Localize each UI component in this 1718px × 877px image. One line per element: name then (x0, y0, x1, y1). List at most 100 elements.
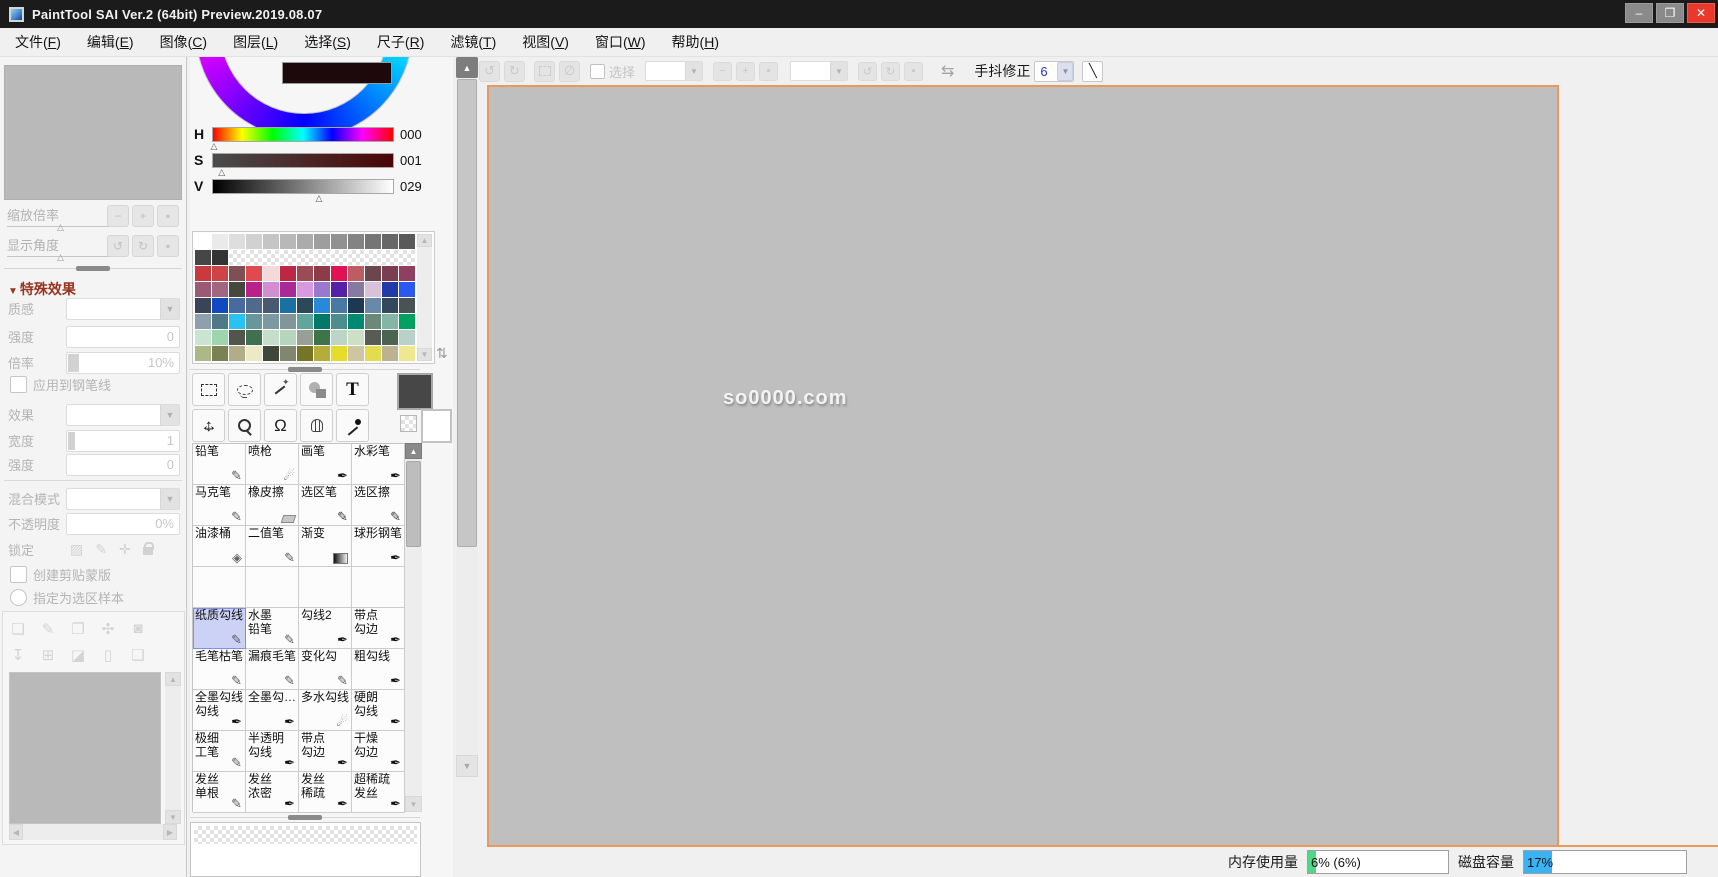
swatch-6-6[interactable] (297, 330, 313, 345)
brush-item[interactable]: 干燥 勾边 (352, 731, 405, 772)
swatch-2-8[interactable] (331, 266, 347, 281)
swatch-5-10[interactable] (365, 314, 381, 329)
eyedropper-tool-button[interactable] (336, 409, 369, 442)
brush-item[interactable]: 粗勾线 (352, 649, 405, 690)
saturation-marker[interactable]: △ (218, 167, 225, 178)
chevron-down-icon[interactable]: ▼ (160, 489, 179, 509)
lock-transparency-icon[interactable]: ▨ (70, 541, 83, 558)
panel-divider[interactable] (4, 265, 182, 272)
swatch-7-9[interactable] (348, 346, 364, 361)
swatch-4-1[interactable] (212, 298, 228, 313)
swatch-7-3[interactable] (246, 346, 262, 361)
swatch-5-8[interactable] (331, 314, 347, 329)
swatch-2-1[interactable] (212, 266, 228, 281)
brush-item[interactable]: 选区擦 (352, 485, 405, 526)
blend-mode-dropdown[interactable]: ▼ (66, 488, 180, 510)
swatch-2-0[interactable] (195, 266, 211, 281)
swatch-4-0[interactable] (195, 298, 211, 313)
swatch-3-2[interactable] (229, 282, 245, 297)
swatch-4-8[interactable] (331, 298, 347, 313)
scroll-up-icon[interactable]: ▲ (165, 672, 181, 686)
swatch-5-12[interactable] (399, 314, 415, 329)
swatch-3-10[interactable] (365, 282, 381, 297)
swatch-0-4[interactable] (263, 234, 279, 249)
brush-item[interactable]: 漏痕毛笔 (246, 649, 299, 690)
swatch-2-10[interactable] (365, 266, 381, 281)
scroll-down-icon[interactable]: ▼ (165, 810, 181, 824)
swatch-7-1[interactable] (212, 346, 228, 361)
swatch-1-3[interactable] (246, 250, 262, 265)
swatch-7-5[interactable] (280, 346, 296, 361)
swatch-4-3[interactable] (246, 298, 262, 313)
brush-item[interactable]: 喷枪 (246, 444, 299, 485)
zoom-slider-handle[interactable]: △ (57, 222, 64, 233)
swatch-0-7[interactable] (314, 234, 330, 249)
angle-dropdown[interactable]: ▼ (790, 61, 848, 81)
flip-view-icon[interactable]: ⇆ (941, 61, 954, 81)
menu-item-H[interactable]: 帮助(H) (659, 28, 732, 56)
brush-item[interactable]: 发丝 单根 (193, 772, 246, 813)
swatch-4-2[interactable] (229, 298, 245, 313)
brush-item[interactable]: 水彩笔 (352, 444, 405, 485)
swatch-3-9[interactable] (348, 282, 364, 297)
menu-item-R[interactable]: 尺子(R) (364, 28, 437, 56)
swatch-6-2[interactable] (229, 330, 245, 345)
stabilizer-dropdown[interactable]: 6 ▼ (1034, 61, 1074, 82)
rotate-cw-icon[interactable]: ↻ (132, 235, 154, 257)
clear-layer-icon[interactable]: ◪ (69, 646, 87, 664)
divider-grip[interactable] (288, 815, 322, 820)
swatch-0-0[interactable] (195, 234, 211, 249)
zoom-reset-icon[interactable]: ▪ (157, 205, 179, 227)
panel-divider[interactable] (190, 366, 420, 373)
clip-mask-checkbox[interactable] (10, 566, 27, 583)
palette-scrollbar[interactable]: ▲ ▼ (417, 234, 432, 361)
swatch-0-6[interactable] (297, 234, 313, 249)
chevron-down-icon[interactable]: ▼ (685, 62, 702, 80)
angle-reset-icon[interactable]: ▪ (157, 235, 179, 257)
divider-grip[interactable] (288, 367, 322, 372)
padlock-icon[interactable] (143, 541, 153, 558)
chevron-down-icon[interactable]: ▼ (1057, 62, 1073, 81)
swatch-0-3[interactable] (246, 234, 262, 249)
deselect-button[interactable]: ∅ (559, 61, 580, 82)
swatch-5-9[interactable] (348, 314, 364, 329)
swatch-1-7[interactable] (314, 250, 330, 265)
hand-tool-button[interactable] (300, 409, 333, 442)
zoom-dropdown[interactable]: ▼ (645, 61, 703, 81)
swatch-3-12[interactable] (399, 282, 415, 297)
chevron-down-icon[interactable]: ▼ (830, 62, 847, 80)
brush-item[interactable]: 二值笔 (246, 526, 299, 567)
swatch-6-3[interactable] (246, 330, 262, 345)
swatch-4-11[interactable] (382, 298, 398, 313)
layer-list-hscrollbar[interactable]: ◀ ▶ (9, 824, 177, 840)
opacity-input[interactable]: 0% (66, 513, 180, 535)
swatch-0-10[interactable] (365, 234, 381, 249)
swatch-6-5[interactable] (280, 330, 296, 345)
texture-dropdown[interactable]: ▼ (66, 298, 180, 320)
angle-slider-handle[interactable]: △ (57, 252, 64, 263)
brush-item[interactable]: 水墨 铅笔 (246, 608, 299, 649)
swatch-2-5[interactable] (280, 266, 296, 281)
zoom-tool-button[interactable] (228, 409, 261, 442)
scroll-up-icon[interactable]: ▲ (456, 57, 478, 78)
brush-item[interactable]: 勾线2 (299, 608, 352, 649)
brush-item[interactable]: 画笔 (299, 444, 352, 485)
menu-item-C[interactable]: 图像(C) (147, 28, 220, 56)
swatch-4-12[interactable] (399, 298, 415, 313)
chevron-down-icon[interactable]: ▼ (160, 299, 179, 319)
zoom-in-icon[interactable]: + (132, 205, 154, 227)
swatch-6-11[interactable] (382, 330, 398, 345)
effect-strength-input[interactable]: 0 (66, 454, 180, 476)
swatch-6-8[interactable] (331, 330, 347, 345)
text-tool-button[interactable]: T (336, 373, 369, 406)
swatch-2-3[interactable] (246, 266, 262, 281)
menu-item-W[interactable]: 窗口(W) (582, 28, 659, 56)
swatch-1-12[interactable] (399, 250, 415, 265)
brush-scroll-thumb[interactable] (406, 461, 421, 547)
transfer-down-icon[interactable]: ↧ (9, 646, 27, 664)
value-marker[interactable]: △ (316, 193, 323, 204)
zoom-in-button[interactable]: + (736, 62, 755, 81)
brush-scrollbar[interactable]: ▲ ▼ (405, 443, 422, 812)
new-linework-layer-icon[interactable]: ✎ (39, 620, 57, 638)
swatch-2-6[interactable] (297, 266, 313, 281)
